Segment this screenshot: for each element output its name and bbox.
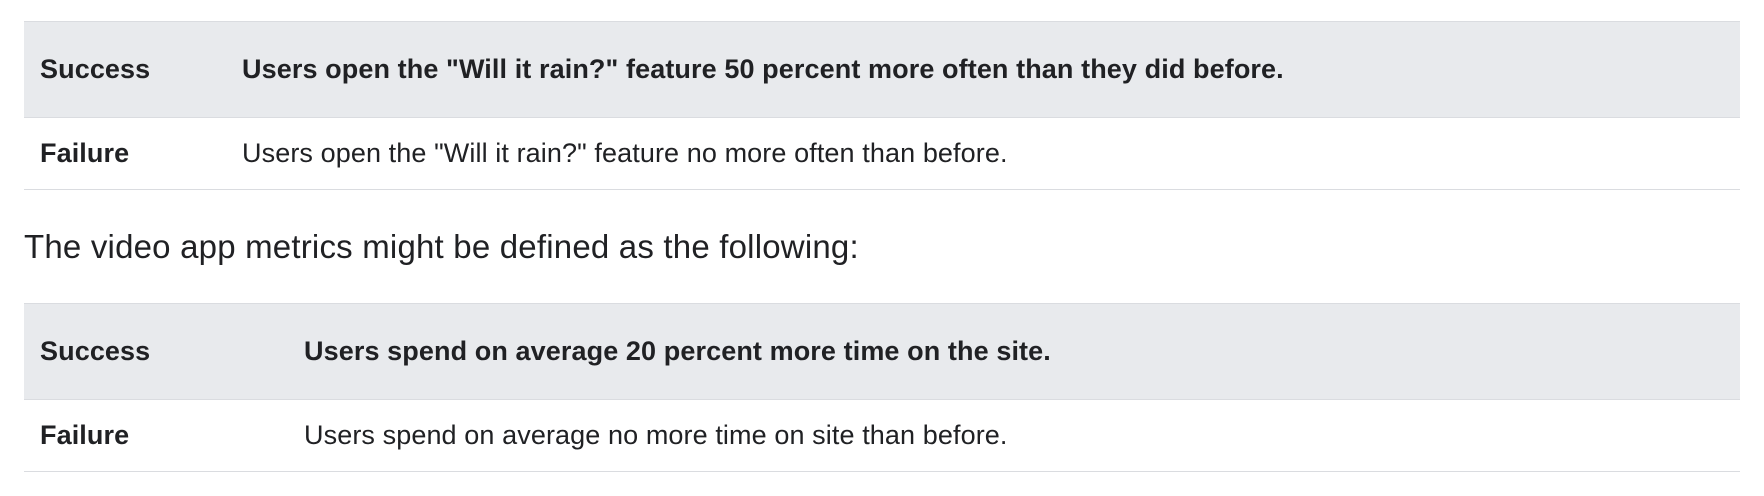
table-row-success: Success Users spend on average 20 percen… bbox=[24, 303, 1740, 400]
row-label-failure: Failure bbox=[40, 420, 130, 450]
table-row-failure: Failure Users open the "Will it rain?" f… bbox=[24, 117, 1740, 190]
row-label-success: Success bbox=[40, 54, 151, 84]
row-description-failure: Users open the "Will it rain?" feature n… bbox=[242, 138, 1008, 168]
table-row-failure: Failure Users spend on average no more t… bbox=[24, 399, 1740, 472]
video-metrics-table: Success Users spend on average 20 percen… bbox=[24, 303, 1740, 472]
weather-metrics-table: Success Users open the "Will it rain?" f… bbox=[24, 21, 1740, 190]
row-label-failure: Failure bbox=[40, 138, 130, 168]
row-description-failure: Users spend on average no more time on s… bbox=[304, 420, 1008, 450]
table-row-success: Success Users open the "Will it rain?" f… bbox=[24, 21, 1740, 118]
row-description-success: Users spend on average 20 percent more t… bbox=[304, 336, 1051, 366]
video-metrics-intro: The video app metrics might be defined a… bbox=[24, 228, 859, 265]
row-description-success: Users open the "Will it rain?" feature 5… bbox=[242, 54, 1284, 84]
row-label-success: Success bbox=[40, 336, 151, 366]
